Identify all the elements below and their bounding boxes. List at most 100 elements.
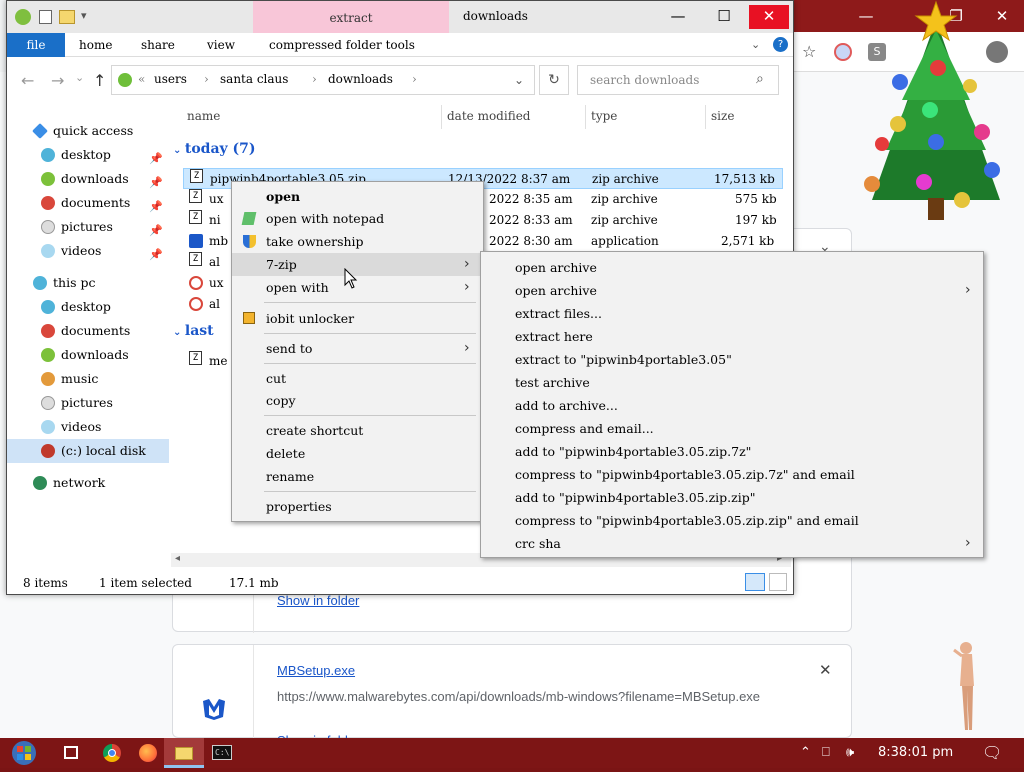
menu-item-take-ownership[interactable]: take ownership [232, 230, 483, 253]
menu-item-7zip-compress-zip-email[interactable]: compress to "pipwinb4portable3.05.zip.zi… [481, 509, 983, 532]
crumb-downloads[interactable]: downloads [328, 72, 393, 86]
crumb-users[interactable]: users [154, 72, 187, 86]
contextual-tab-extract[interactable]: extract [253, 1, 449, 33]
nav-pc-desktop[interactable]: desktop [7, 295, 169, 319]
menu-item-7zip-add-to-archive[interactable]: add to archive... [481, 394, 983, 417]
address-row: ← → ⌄ ↑ « users › santa claus › download… [7, 57, 793, 103]
address-bar[interactable]: « users › santa claus › downloads › ⌄ [111, 65, 535, 95]
properties-quick-icon[interactable] [39, 10, 52, 24]
menu-item-open[interactable]: open [232, 185, 483, 208]
star-icon[interactable]: ☆ [802, 42, 816, 61]
nav-quick-desktop[interactable]: desktop 📌 [7, 143, 169, 167]
column-header-type[interactable]: type [591, 109, 617, 123]
file-type: zip archive [592, 172, 659, 186]
lock-icon [243, 312, 255, 324]
network-icon[interactable]: ⎕ [822, 738, 830, 768]
tab-share[interactable]: share [131, 33, 185, 57]
menu-item-7zip-crc-sha[interactable]: crc sha › [481, 532, 983, 555]
menu-item-7zip-open-archive[interactable]: open archive [481, 256, 983, 279]
menu-item-7zip-extract-to[interactable]: extract to "pipwinb4portable3.05" [481, 348, 983, 371]
menu-item-7zip-extract-here[interactable]: extract here [481, 325, 983, 348]
menu-item-7zip-test-archive[interactable]: test archive [481, 371, 983, 394]
menu-item-copy[interactable]: copy [232, 389, 483, 412]
tab-home[interactable]: home [69, 33, 122, 57]
nav-quick-videos[interactable]: videos 📌 [7, 239, 169, 263]
tab-view[interactable]: view [197, 33, 245, 57]
nav-quick-pictures[interactable]: pictures 📌 [7, 215, 169, 239]
application-icon [189, 276, 203, 290]
menu-item-delete[interactable]: delete [232, 442, 483, 465]
menu-item-7zip-open-archive-sub[interactable]: open archive › [481, 279, 983, 302]
ribbon-expand-icon[interactable]: ⌄ [751, 38, 760, 51]
quick-access-toolbar-dropdown[interactable]: ▾ [81, 9, 87, 22]
shield-icon [243, 235, 256, 248]
nav-quick-access[interactable]: quick access [7, 119, 169, 143]
firefox-icon[interactable] [128, 738, 168, 768]
menu-item-7zip-add-7z[interactable]: add to "pipwinb4portable3.05.zip.7z" [481, 440, 983, 463]
column-header-date[interactable]: date modified [447, 109, 530, 123]
taskbar: C:\ ⌃ ⎕ 🕪 8:38:01 pm 🗨 [0, 738, 1024, 768]
menu-item-cut[interactable]: cut [232, 367, 483, 390]
nav-pc-documents[interactable]: documents [7, 319, 169, 343]
notifications-icon[interactable]: 🗨 [982, 738, 1002, 768]
search-icon[interactable]: ⌕ [756, 71, 764, 87]
nav-pc-videos[interactable]: videos [7, 415, 169, 439]
column-header-name[interactable]: name [187, 109, 220, 123]
menu-item-7zip-compress-7z-email[interactable]: compress to "pipwinb4portable3.05.zip.7z… [481, 463, 983, 486]
application-icon [189, 297, 203, 311]
address-dropdown-icon[interactable]: ⌄ [514, 73, 524, 87]
tab-compressed-folder-tools[interactable]: compressed folder tools [259, 33, 425, 57]
back-arrow-icon[interactable]: ← [21, 71, 34, 90]
menu-item-iobit-unlocker[interactable]: iobit unlocker [232, 307, 483, 330]
help-icon[interactable]: ? [773, 37, 788, 52]
nav-quick-downloads[interactable]: downloads 📌 [7, 167, 169, 191]
videos-icon [41, 244, 55, 258]
forward-arrow-icon[interactable]: → [51, 71, 64, 90]
menu-item-create-shortcut[interactable]: create shortcut [232, 419, 483, 442]
show-in-folder-link[interactable]: Show in folder [277, 593, 359, 608]
menu-item-send-to[interactable]: send to › [232, 337, 483, 360]
terminal-icon[interactable]: C:\ [202, 738, 242, 768]
nav-this-pc[interactable]: this pc [7, 271, 169, 295]
search-input[interactable]: search downloads [590, 73, 699, 87]
maximize-button[interactable]: ☐ [705, 5, 743, 29]
crumb-user[interactable]: santa claus [220, 72, 288, 86]
menu-item-7zip-compress-email[interactable]: compress and email... [481, 417, 983, 440]
start-button[interactable] [4, 738, 44, 768]
tray-chevron-up-icon[interactable]: ⌃ [800, 738, 811, 768]
menu-item-rename[interactable]: rename [232, 465, 483, 488]
refresh-icon[interactable]: ↻ [539, 65, 569, 95]
file-explorer-taskbar-icon[interactable] [164, 738, 204, 768]
menu-item-properties[interactable]: properties [232, 495, 483, 518]
close-button[interactable]: ✕ [749, 5, 789, 29]
tab-file[interactable]: file [7, 33, 65, 57]
menu-item-7zip-extract-files[interactable]: extract files... [481, 302, 983, 325]
ribbon-tabs: file home share view compressed folder t… [7, 33, 793, 57]
group-header-last[interactable]: ⌄ last [173, 323, 214, 339]
nav-pc-downloads[interactable]: downloads [7, 343, 169, 367]
group-header-today[interactable]: ⌄ today (7) [173, 141, 256, 157]
minimize-button[interactable]: — [659, 5, 697, 29]
nav-pc-local-disk[interactable]: (c:) local disk [7, 439, 169, 463]
task-view-icon[interactable] [52, 738, 92, 768]
details-view-icon[interactable] [745, 573, 765, 591]
recent-locations-icon[interactable]: ⌄ [75, 71, 84, 84]
large-icons-view-icon[interactable] [769, 573, 787, 591]
nav-pc-pictures[interactable]: pictures [7, 391, 169, 415]
search-box[interactable]: search downloads ⌕ [577, 65, 779, 95]
menu-item-7zip-add-zip[interactable]: add to "pipwinb4portable3.05.zip.zip" [481, 486, 983, 509]
remove-download-close-icon[interactable]: ✕ [819, 661, 832, 679]
clock[interactable]: 8:38:01 pm [878, 738, 953, 768]
new-folder-quick-icon[interactable] [59, 10, 75, 24]
download-filename-link[interactable]: MBSetup.exe [277, 663, 355, 678]
up-arrow-icon[interactable]: ↑ [93, 71, 106, 90]
nav-pc-music[interactable]: music [7, 367, 169, 391]
app-icon [15, 9, 31, 25]
column-header-size[interactable]: size [711, 109, 734, 123]
menu-item-open-with-notepad[interactable]: open with notepad [232, 207, 483, 230]
computer-icon [33, 276, 47, 290]
nav-quick-documents[interactable]: documents 📌 [7, 191, 169, 215]
volume-icon[interactable]: 🕪 [846, 738, 854, 768]
nav-network[interactable]: network [7, 471, 169, 495]
chrome-icon[interactable] [92, 738, 132, 768]
